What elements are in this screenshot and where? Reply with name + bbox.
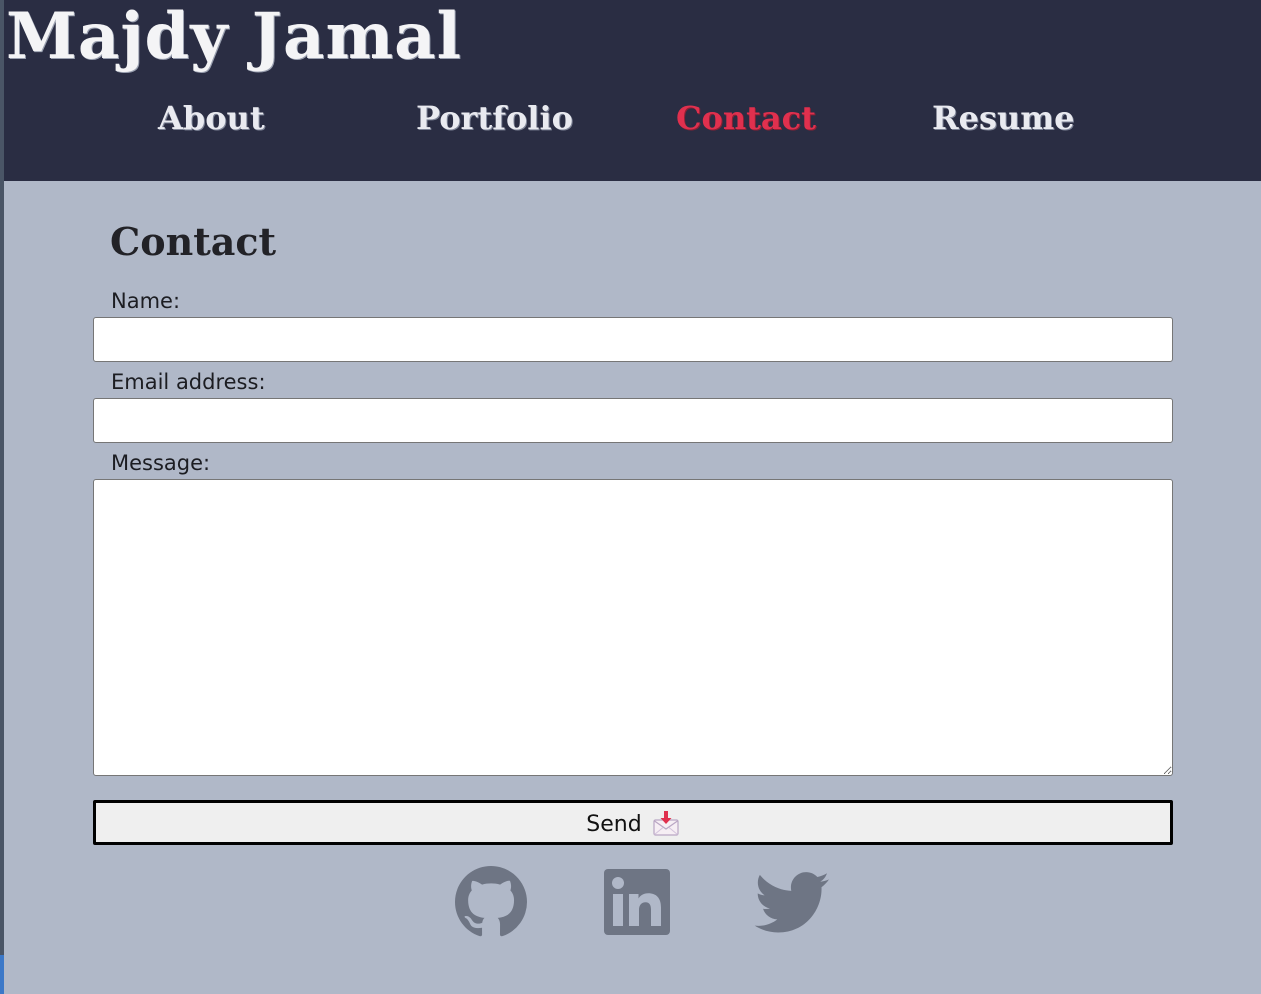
name-input[interactable] (93, 317, 1173, 362)
message-label: Message: (111, 451, 211, 475)
twitter-link[interactable] (754, 872, 830, 934)
nav-link-portfolio[interactable]: Portfolio (416, 96, 573, 140)
name-label: Name: (111, 289, 181, 313)
contact-heading: Contact (110, 219, 277, 264)
page: Majdy Jamal About Portfolio Contact Resu… (0, 0, 1261, 994)
email-input[interactable] (93, 398, 1173, 443)
send-button-label: Send (586, 811, 642, 837)
site-header: Majdy Jamal About Portfolio Contact Resu… (4, 0, 1261, 181)
nav-link-contact[interactable]: Contact (676, 96, 816, 140)
email-label: Email address: (111, 370, 266, 394)
nav-link-resume[interactable]: Resume (932, 96, 1074, 140)
linkedin-icon (604, 869, 670, 935)
site-title: Majdy Jamal (6, 0, 462, 74)
twitter-icon (754, 872, 830, 933)
nav-link-about[interactable]: About (158, 96, 265, 140)
github-link[interactable] (455, 866, 527, 938)
linkedin-link[interactable] (604, 869, 670, 935)
envelope-download-icon (652, 810, 680, 836)
window-left-edge-highlight (0, 955, 4, 994)
send-button[interactable]: Send (93, 800, 1173, 845)
message-textarea[interactable] (93, 479, 1173, 776)
github-icon (455, 866, 527, 937)
